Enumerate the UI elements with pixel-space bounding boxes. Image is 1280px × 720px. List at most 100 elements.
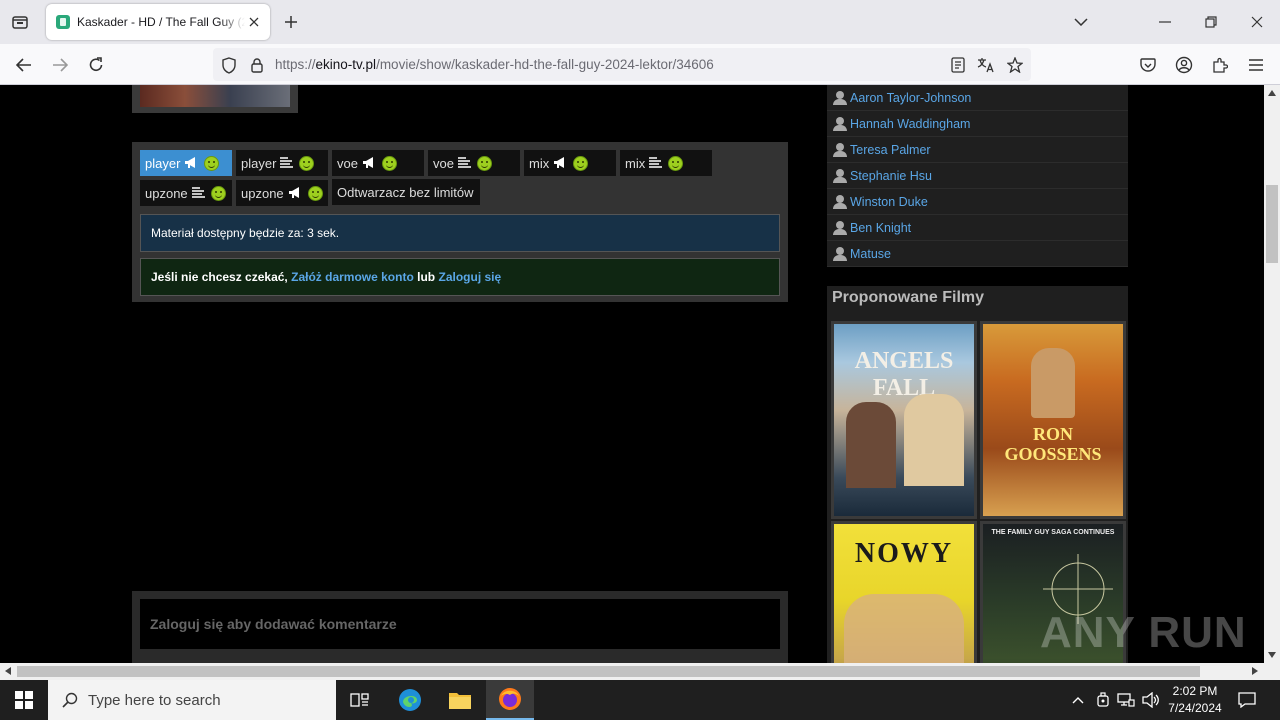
back-button[interactable] bbox=[11, 52, 37, 78]
recommended-poster[interactable]: ANGELS FALL bbox=[831, 321, 977, 519]
restore-button[interactable] bbox=[1188, 0, 1234, 44]
register-link[interactable]: Załóż darmowe konto bbox=[291, 270, 414, 284]
start-button[interactable] bbox=[0, 680, 48, 720]
folder-icon bbox=[449, 693, 471, 709]
horizontal-scrollbar[interactable] bbox=[0, 663, 1264, 680]
pocket-button[interactable] bbox=[1135, 52, 1161, 78]
close-window-button[interactable] bbox=[1234, 0, 1280, 44]
cast-item[interactable]: Winston Duke bbox=[827, 189, 1128, 215]
translate-icon[interactable] bbox=[976, 55, 996, 75]
site-favicon-icon bbox=[56, 15, 70, 29]
cast-item[interactable]: Hannah Waddingham bbox=[827, 111, 1128, 137]
account-button[interactable] bbox=[1171, 52, 1197, 78]
recommended-title: Proponowane Filmy bbox=[832, 289, 985, 306]
server-button[interactable]: upzone bbox=[140, 180, 232, 206]
cast-name-link[interactable]: Winston Duke bbox=[850, 195, 928, 209]
tab-active[interactable]: Kaskader - HD / The Fall Guy (2024) Lekt… bbox=[46, 4, 270, 40]
list-all-tabs-button[interactable] bbox=[1058, 0, 1104, 44]
wait-prefix-text: Jeśli nie chcesz czekać, bbox=[151, 270, 288, 284]
firefox-taskbar-button[interactable] bbox=[486, 680, 534, 720]
new-tab-button[interactable] bbox=[280, 11, 302, 33]
network-tray-button[interactable] bbox=[1116, 690, 1136, 710]
scroll-right-arrow-icon[interactable] bbox=[1252, 667, 1258, 675]
reload-button[interactable] bbox=[83, 52, 109, 78]
horizontal-scroll-thumb[interactable] bbox=[17, 666, 1200, 677]
cast-item[interactable]: Matuse bbox=[827, 241, 1128, 267]
megaphone-icon bbox=[184, 156, 198, 171]
close-icon bbox=[1251, 16, 1263, 28]
smiley-rating-icon bbox=[204, 155, 220, 171]
extensions-button[interactable] bbox=[1207, 52, 1233, 78]
cast-item[interactable]: Ben Knight bbox=[827, 215, 1128, 241]
server-label: player bbox=[145, 155, 181, 171]
server-label: upzone bbox=[241, 185, 284, 201]
server-button[interactable]: player bbox=[236, 150, 328, 176]
show-hidden-icons-button[interactable] bbox=[1068, 690, 1088, 710]
server-button[interactable]: mix bbox=[524, 150, 616, 176]
tracking-protection-icon[interactable] bbox=[219, 55, 239, 75]
scroll-corner bbox=[1264, 663, 1280, 680]
url-text[interactable]: https://ekino-tv.pl/movie/show/kaskader-… bbox=[275, 57, 714, 72]
volume-tray-button[interactable] bbox=[1141, 690, 1161, 710]
tab-list-button[interactable] bbox=[8, 10, 32, 34]
puzzle-icon bbox=[1213, 57, 1228, 73]
cast-name-link[interactable]: Aaron Taylor-Johnson bbox=[850, 91, 971, 105]
comment-login-prompt[interactable]: Zaloguj się aby dodawać komentarze bbox=[140, 599, 780, 649]
vertical-scrollbar[interactable] bbox=[1264, 85, 1280, 663]
device-tray-button[interactable] bbox=[1093, 690, 1113, 710]
cast-item[interactable]: Stephanie Hsu bbox=[827, 163, 1128, 189]
server-button[interactable]: upzone bbox=[236, 180, 328, 206]
forward-button[interactable] bbox=[47, 52, 73, 78]
person-icon bbox=[833, 168, 847, 183]
usb-device-icon bbox=[1097, 692, 1109, 707]
lock-icon[interactable] bbox=[247, 55, 267, 75]
cast-name-link[interactable]: Hannah Waddingham bbox=[850, 117, 970, 131]
tab-title: Kaskader - HD / The Fall Guy (2024) Lekt… bbox=[77, 15, 245, 29]
server-button[interactable]: voe bbox=[332, 150, 424, 176]
task-view-button[interactable] bbox=[336, 680, 384, 720]
cast-item[interactable]: Aaron Taylor-Johnson bbox=[827, 85, 1128, 111]
megaphone-icon bbox=[553, 156, 567, 171]
cast-name-link[interactable]: Stephanie Hsu bbox=[850, 169, 932, 183]
recommended-poster[interactable]: RON GOOSSENS bbox=[980, 321, 1126, 519]
server-label: upzone bbox=[145, 185, 188, 201]
menu-button[interactable] bbox=[1243, 52, 1269, 78]
scroll-left-arrow-icon[interactable] bbox=[5, 667, 11, 675]
file-explorer-button[interactable] bbox=[436, 680, 484, 720]
account-icon bbox=[1175, 56, 1193, 74]
login-link[interactable]: Zaloguj się bbox=[438, 270, 501, 284]
reader-view-icon[interactable] bbox=[948, 55, 968, 75]
notifications-button[interactable] bbox=[1237, 690, 1257, 710]
minimize-icon bbox=[1159, 21, 1171, 23]
server-button[interactable]: player bbox=[140, 150, 232, 176]
speaker-icon bbox=[1142, 692, 1159, 708]
url-bar[interactable]: https://ekino-tv.pl/movie/show/kaskader-… bbox=[213, 48, 1031, 81]
edge-taskbar-button[interactable] bbox=[386, 680, 434, 720]
tab-close-icon[interactable] bbox=[246, 14, 262, 30]
system-clock[interactable]: 2:02 PM 7/24/2024 bbox=[1162, 683, 1228, 717]
edge-icon bbox=[399, 689, 421, 711]
minimize-button[interactable] bbox=[1142, 0, 1188, 44]
scroll-up-arrow-icon[interactable] bbox=[1268, 90, 1276, 96]
anyrun-watermark: ANY RUN bbox=[1040, 608, 1247, 657]
megaphone-icon bbox=[288, 186, 302, 201]
unlimited-player-button[interactable]: Odtwarzacz bez limitów bbox=[332, 179, 480, 205]
taskbar-search-box[interactable]: Type here to search bbox=[48, 680, 336, 720]
smiley-rating-icon bbox=[573, 155, 589, 171]
bookmark-star-icon[interactable] bbox=[1005, 55, 1025, 75]
smiley-rating-icon bbox=[307, 185, 323, 201]
comment-section: Zaloguj się aby dodawać komentarze bbox=[132, 591, 788, 663]
vertical-scroll-thumb[interactable] bbox=[1266, 185, 1278, 263]
scroll-down-arrow-icon[interactable] bbox=[1268, 652, 1276, 658]
server-button[interactable]: voe bbox=[428, 150, 520, 176]
cast-name-link[interactable]: Teresa Palmer bbox=[850, 143, 931, 157]
cast-name-link[interactable]: Ben Knight bbox=[850, 221, 911, 235]
recommended-poster[interactable]: NOWY bbox=[831, 521, 977, 663]
firefox-icon bbox=[499, 688, 521, 710]
windows-taskbar: Type here to search 2:02 PM 7/24/2024 bbox=[0, 680, 1280, 720]
server-button[interactable]: mix bbox=[620, 150, 712, 176]
cast-name-link[interactable]: Matuse bbox=[850, 247, 891, 261]
cast-item[interactable]: Teresa Palmer bbox=[827, 137, 1128, 163]
windows-logo-icon bbox=[15, 691, 33, 709]
server-label: voe bbox=[337, 155, 358, 171]
